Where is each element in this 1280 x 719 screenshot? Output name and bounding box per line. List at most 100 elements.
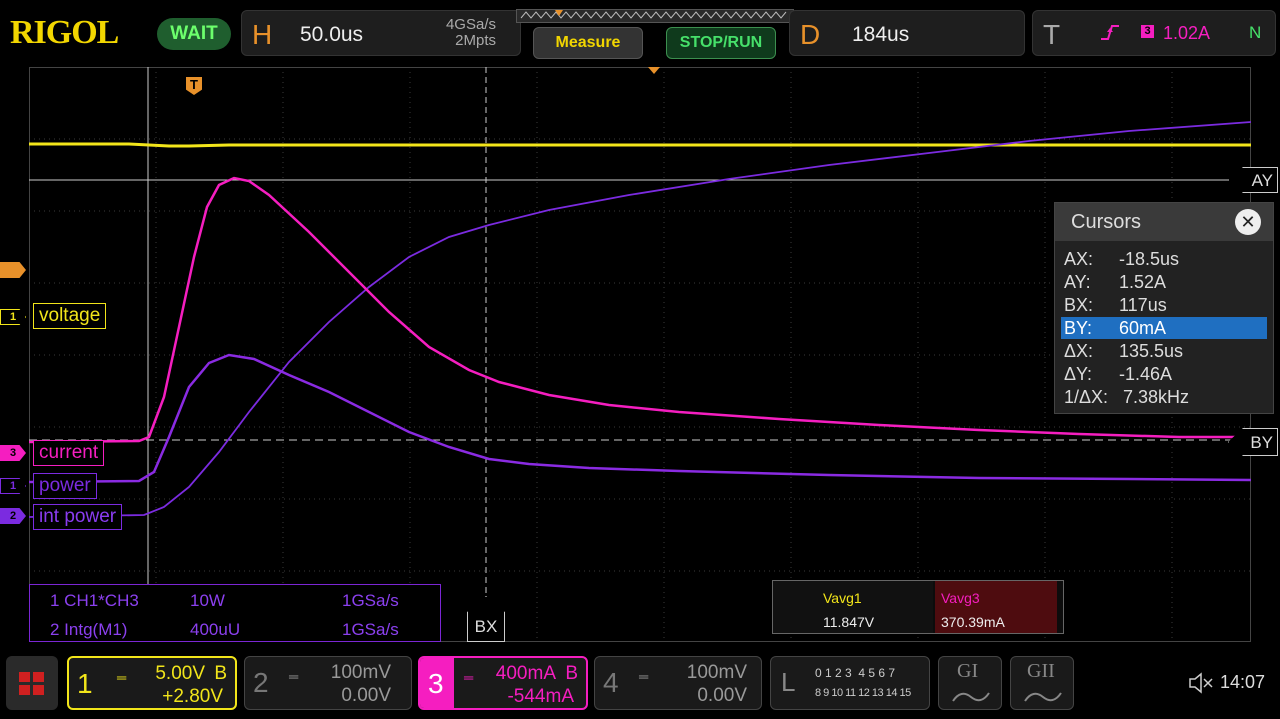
voltage-label[interactable]: voltage: [33, 303, 107, 329]
trigger-level: 1.02A: [1163, 23, 1211, 43]
cursor-row-inv-dx[interactable]: 1/ΔX: 7.38kHz: [1061, 386, 1267, 408]
measure-button[interactable]: Measure: [533, 27, 643, 59]
math1-rate: 1GSa/s: [342, 591, 399, 610]
ch4-scale: 100mV: [686, 662, 747, 683]
trigger-level-marker[interactable]: [0, 262, 26, 278]
logic-letter: L: [781, 667, 796, 697]
cursor-row-ay[interactable]: AY: 1.52A: [1061, 271, 1267, 293]
logic-row-2: 8 9 10 11 12 13 14 15: [815, 687, 911, 699]
stop-run-button[interactable]: STOP/RUN: [666, 27, 776, 59]
math2-offset-marker[interactable]: 2: [0, 508, 26, 524]
cursor-row-by[interactable]: BY: 60mA: [1061, 317, 1267, 339]
cursor-row-bx[interactable]: BX: 117us: [1061, 294, 1267, 316]
horizontal-letter: H: [252, 19, 273, 50]
dc-coupling-icon: ═: [289, 669, 299, 684]
dc-coupling-icon: ═: [117, 670, 127, 685]
cursor-row-dy[interactable]: ΔY: -1.46A: [1061, 363, 1267, 385]
bottom-bar: 1 ═ 5.00V B +2.80V 2 ═ 100mV 0.00V 3 ═ 4…: [0, 648, 1280, 719]
math1-scale: 10W: [190, 591, 225, 610]
decoder-1-button[interactable]: GI: [938, 656, 1002, 710]
measurement-vavg3[interactable]: Vavg3 370.39mA: [935, 581, 1057, 633]
decoder-wave-icon: [952, 692, 990, 702]
cursors-panel-header: Cursors ✕: [1055, 203, 1273, 241]
ch2-scale: 100mV: [330, 662, 391, 683]
ch1-voltage-trace: [29, 142, 1251, 148]
delay-panel[interactable]: D 184us: [789, 10, 1025, 56]
ch1-bw-limit: B: [214, 663, 227, 684]
power-label[interactable]: power: [33, 473, 97, 499]
memory-zigzag: [520, 10, 787, 19]
acquisition-status-badge[interactable]: WAIT: [157, 18, 231, 50]
ch1-scale: 5.00V: [155, 663, 205, 684]
cursor-value: 117us: [1119, 295, 1167, 315]
cursor-value: 7.38kHz: [1123, 387, 1190, 407]
cursor-value: 135.5us: [1119, 341, 1184, 361]
decoder-1-label: GI: [957, 660, 979, 682]
cursor-value: 60mA: [1119, 318, 1167, 338]
ch3-number: 3: [428, 668, 444, 699]
trigger-position-marker-icon: [648, 67, 660, 74]
cursor-row-dx[interactable]: ΔX: 135.5us: [1061, 340, 1267, 362]
math2-rate: 1GSa/s: [342, 620, 399, 639]
measurement-vavg1[interactable]: Vavg1 11.847V: [773, 581, 933, 633]
measurement-value: 11.847V: [823, 614, 875, 630]
clock: 14:07: [1220, 672, 1266, 692]
int-power-label[interactable]: int power: [33, 504, 123, 530]
cursors-panel[interactable]: Cursors ✕ AX: -18.5us AY: 1.52A BX: 117u…: [1054, 202, 1274, 414]
measurement-value: 370.39mA: [941, 614, 1005, 630]
cursor-value: -1.46A: [1119, 364, 1173, 384]
ch1-offset: +2.80V: [162, 686, 223, 707]
current-label[interactable]: current: [33, 440, 105, 466]
delay-letter: D: [800, 19, 821, 50]
ch2-number: 2: [253, 667, 269, 698]
memory-position-bar[interactable]: [516, 9, 794, 23]
cursor-row-ax[interactable]: AX: -18.5us: [1061, 248, 1267, 270]
math2-scale: 400uU: [190, 620, 241, 639]
measurement-box[interactable]: Vavg1 11.847V Vavg3 370.39mA: [772, 580, 1064, 634]
math-info-box[interactable]: 1 CH1*CH3 10W 1GSa/s 2 Intg(M1) 400uU 1G…: [29, 584, 441, 642]
cursor-key: BX:: [1064, 295, 1094, 315]
measurement-name: Vavg3: [941, 590, 980, 606]
ch4-number: 4: [603, 667, 619, 698]
delay-value: 184us: [852, 23, 910, 46]
trigger-source-badge: 3: [1141, 25, 1154, 38]
decoder-2-button[interactable]: GII: [1010, 656, 1074, 710]
timebase-value: 50.0us: [300, 23, 364, 46]
ch4-box[interactable]: 4 ═ 100mV 0.00V: [594, 656, 762, 710]
rising-edge-icon: [1101, 25, 1119, 40]
ch2-box[interactable]: 2 ═ 100mV 0.00V: [244, 656, 412, 710]
ch3-box[interactable]: 3 ═ 400mA B -544mA: [418, 656, 588, 710]
top-bar: RIGOL WAIT H 50.0us 4GSa/s 2Mpts Measure…: [0, 0, 1280, 64]
rigol-logo: RIGOL: [10, 14, 119, 51]
cursor-key: AX:: [1064, 249, 1094, 269]
measurement-name: Vavg1: [823, 590, 862, 606]
cursor-key: ΔY:: [1064, 364, 1093, 384]
decoder-wave-icon: [1024, 692, 1062, 702]
memory-depth: 2Mpts: [455, 32, 496, 49]
cursor-key: AY:: [1064, 272, 1091, 292]
ch3-offset: -544mA: [507, 686, 574, 707]
cursor-key: 1/ΔX:: [1064, 387, 1109, 407]
logic-row-1: 0 1 2 3 4 5 6 7: [815, 666, 896, 680]
math1-label: 1 CH1*CH3: [50, 591, 139, 610]
close-icon[interactable]: ✕: [1235, 209, 1261, 235]
ch3-scale: 400mA: [495, 663, 556, 684]
logic-analyzer-box[interactable]: L 0 1 2 3 4 5 6 7 8 9 10 11 12 13 14 15: [770, 656, 930, 710]
math1-offset-marker[interactable]: 1: [0, 478, 26, 494]
cursor-key: BY:: [1064, 318, 1093, 338]
cursors-panel-title: Cursors: [1071, 211, 1142, 233]
horizontal-panel[interactable]: H 50.0us 4GSa/s 2Mpts: [241, 10, 521, 56]
cursor-value: -18.5us: [1119, 249, 1180, 269]
ch1-offset-marker[interactable]: 1: [0, 309, 26, 325]
grid-menu-icon: [19, 672, 44, 695]
ch1-box[interactable]: 1 ═ 5.00V B +2.80V: [67, 656, 237, 710]
trigger-panel[interactable]: T 3 1.02A N: [1032, 10, 1276, 56]
cursor-key: ΔX:: [1064, 341, 1094, 361]
speaker-muted-icon[interactable]: [1188, 672, 1214, 694]
trigger-mode: N: [1249, 23, 1262, 42]
ch3-offset-marker[interactable]: 3: [0, 445, 26, 461]
ch3-bw-limit: B: [565, 663, 578, 684]
dc-coupling-icon: ═: [464, 670, 474, 685]
ch2-offset: 0.00V: [341, 685, 391, 706]
home-menu-button[interactable]: [6, 656, 58, 710]
